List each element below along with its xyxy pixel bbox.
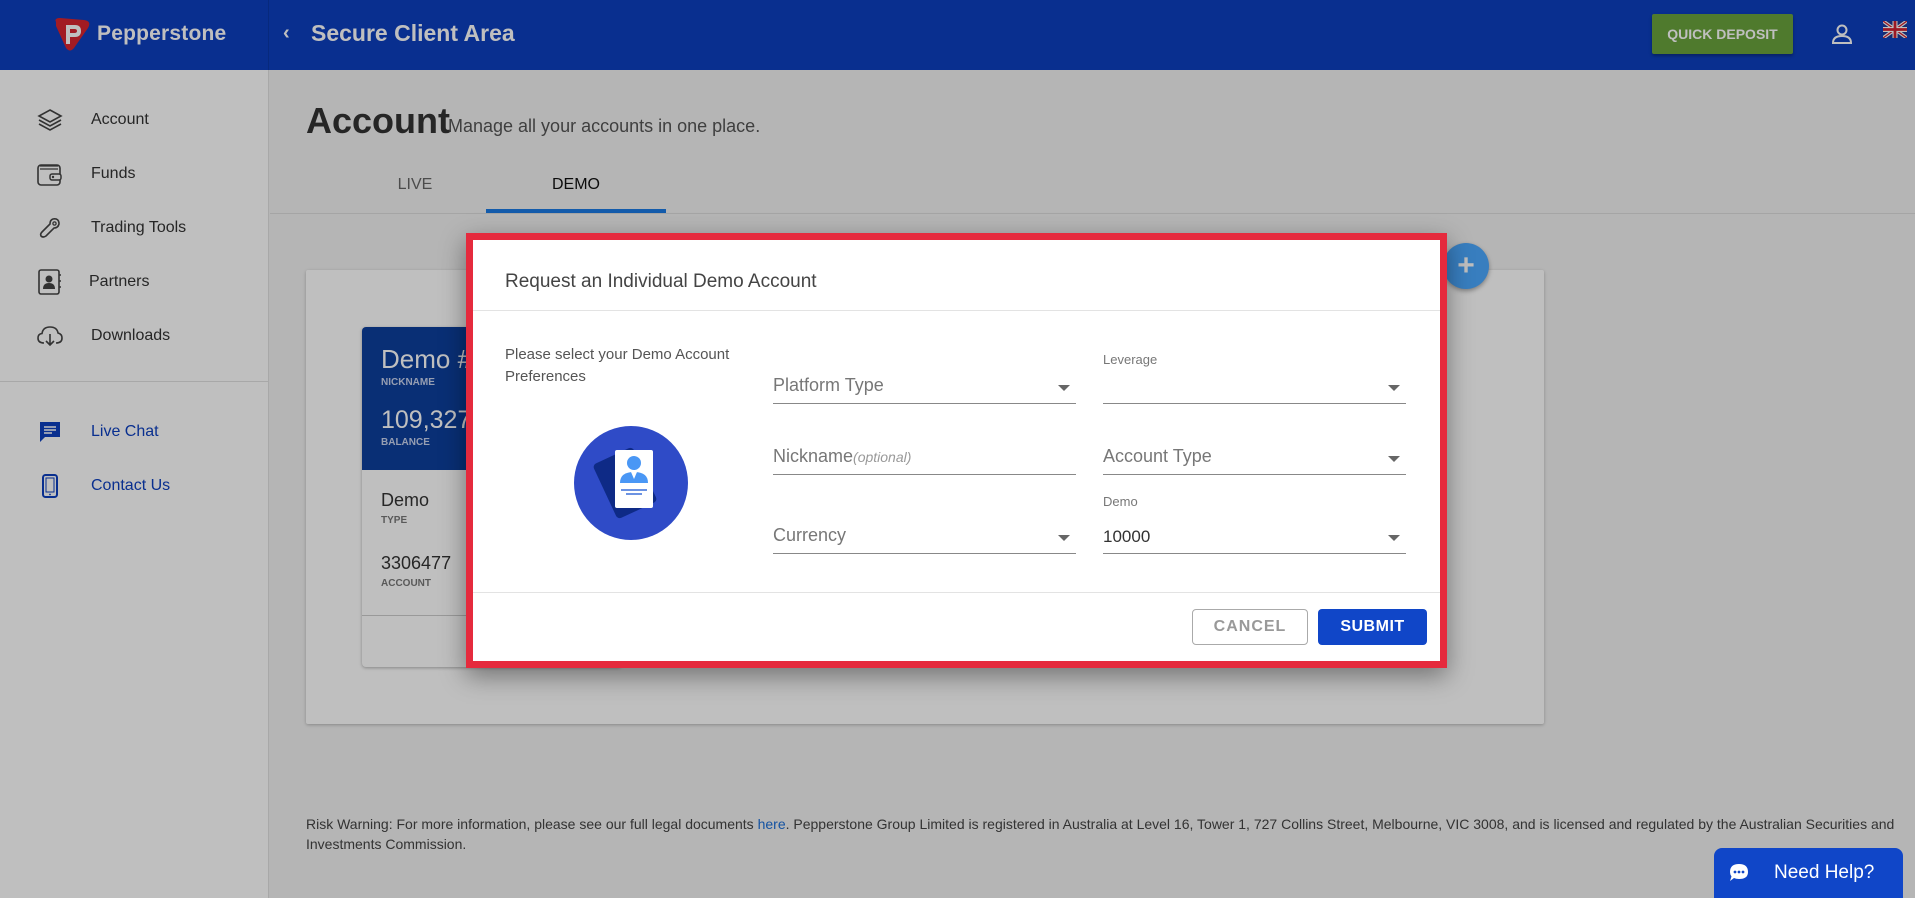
dialog-intro-text: Please select your Demo Account Preferen… xyxy=(505,346,730,385)
nickname-placeholder-text: Nickname xyxy=(773,446,854,466)
demo-balance-value: 10000 xyxy=(1103,527,1151,546)
platform-type-select[interactable]: Platform Type xyxy=(773,354,1076,404)
submit-button[interactable]: SUBMIT xyxy=(1318,609,1427,645)
dialog-header-divider xyxy=(473,310,1440,311)
dialog-title: Request an Individual Demo Account xyxy=(505,271,817,292)
leverage-label: Leverage xyxy=(1103,352,1158,367)
dropdown-caret-icon xyxy=(1388,535,1400,541)
dialog-footer-divider xyxy=(473,592,1440,593)
id-card-illustration-icon xyxy=(574,426,688,540)
request-demo-account-dialog: Request an Individual Demo Account Pleas… xyxy=(466,233,1447,668)
nickname-input[interactable]: Nickname(optional) xyxy=(773,425,1076,475)
dropdown-caret-icon xyxy=(1058,535,1070,541)
platform-type-placeholder: Platform Type xyxy=(773,375,884,395)
chat-bubble-icon xyxy=(1730,864,1748,881)
account-type-select[interactable]: Account Type xyxy=(1103,425,1406,475)
leverage-select[interactable]: Leverage xyxy=(1103,352,1406,404)
need-help-label: Need Help? xyxy=(1774,862,1875,883)
nickname-placeholder: Nickname(optional) xyxy=(773,446,911,467)
demo-balance-select[interactable]: Demo 10000 xyxy=(1103,494,1406,554)
account-type-placeholder: Account Type xyxy=(1103,446,1212,466)
nickname-optional-hint: (optional) xyxy=(853,449,912,465)
demo-balance-label: Demo xyxy=(1103,494,1138,509)
dropdown-caret-icon xyxy=(1388,385,1400,391)
cancel-button[interactable]: CANCEL xyxy=(1192,609,1308,645)
dropdown-caret-icon xyxy=(1388,456,1400,462)
need-help-button[interactable]: Need Help? xyxy=(1714,848,1903,898)
currency-placeholder: Currency xyxy=(773,525,847,545)
currency-select[interactable]: Currency xyxy=(773,504,1076,554)
dropdown-caret-icon xyxy=(1058,385,1070,391)
